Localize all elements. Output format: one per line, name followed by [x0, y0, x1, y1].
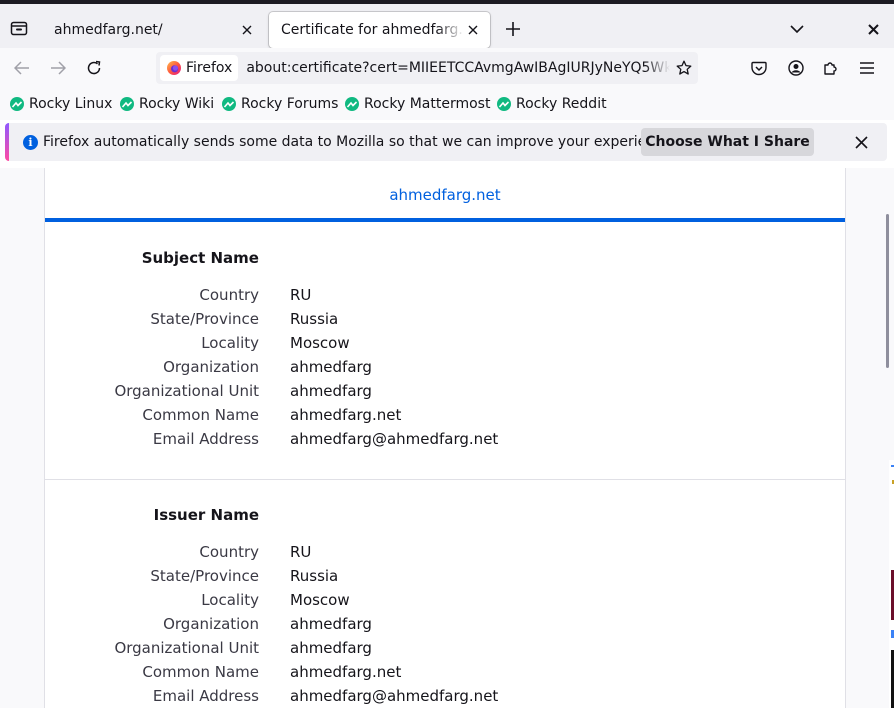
issuer-row: State/Province Russia: [45, 567, 845, 591]
field-value: RU: [290, 286, 312, 304]
rocky-logo-icon: [10, 97, 24, 111]
navigation-toolbar: Firefox about:certificate?cert=MIIEETCCA…: [0, 48, 894, 88]
identity-label: Firefox: [186, 60, 233, 76]
window-close-icon[interactable]: [862, 18, 884, 40]
field-value: ahmedfarg: [290, 639, 372, 657]
field-value: ahmedfarg: [290, 615, 372, 633]
data-collection-notification: i Firefox automatically sends some data …: [5, 123, 887, 161]
bookmarks-toolbar: Rocky Linux Rocky Wiki Rocky Forums Rock…: [0, 88, 894, 120]
field-value: ahmedfarg@ahmedfarg.net: [290, 687, 499, 705]
field-value: ahmedfarg: [290, 382, 372, 400]
issuer-row: Country RU: [45, 543, 845, 567]
field-value: Moscow: [290, 591, 350, 609]
bookmark-label: Rocky Linux: [29, 96, 113, 112]
info-icon: i: [23, 135, 38, 150]
field-label: State/Province: [150, 567, 259, 585]
reload-icon[interactable]: [82, 56, 106, 80]
pocket-icon[interactable]: [747, 56, 771, 80]
field-label: Organizational Unit: [114, 382, 259, 400]
field-value: Moscow: [290, 334, 350, 352]
arrow-left-icon[interactable]: [10, 56, 34, 80]
page-scrollbar-thumb[interactable]: [886, 214, 889, 368]
issuer-row: Organization ahmedfarg: [45, 615, 845, 639]
field-label: Country: [199, 543, 259, 561]
field-label: Locality: [201, 334, 259, 352]
close-tab-icon[interactable]: [238, 21, 256, 39]
hamburger-menu-icon[interactable]: [855, 56, 879, 80]
bookmark-rocky-mattermost[interactable]: Rocky Mattermost: [345, 95, 490, 113]
issuer-name-heading: Issuer Name: [153, 506, 259, 524]
field-value: Russia: [290, 567, 339, 585]
tab-title: ahmedfarg.net/: [54, 22, 163, 38]
rocky-logo-icon: [120, 97, 134, 111]
identity-box[interactable]: Firefox: [160, 55, 239, 81]
arrow-right-icon[interactable]: [46, 56, 70, 80]
tab-certificate[interactable]: Certificate for ahmedfarg.net: [269, 12, 490, 48]
field-value: Russia: [290, 310, 339, 328]
firefox-view-icon[interactable]: [6, 16, 32, 40]
bookmark-label: Rocky Forums: [241, 96, 339, 112]
subject-name-heading: Subject Name: [141, 249, 259, 267]
close-icon[interactable]: [852, 133, 870, 151]
certificate-tab-label[interactable]: ahmedfarg.net: [45, 168, 845, 222]
url-bar[interactable]: Firefox about:certificate?cert=MIIEETCCA…: [156, 52, 698, 84]
account-icon[interactable]: [784, 56, 808, 80]
notification-message: Firefox automatically sends some data to…: [43, 134, 676, 150]
field-label: Country: [199, 286, 259, 304]
tab-strip: ahmedfarg.net/ Certificate for ahmedfarg…: [0, 4, 894, 48]
field-value: ahmedfarg@ahmedfarg.net: [290, 430, 499, 448]
chevron-down-icon[interactable]: [786, 18, 808, 40]
bookmark-label: Rocky Wiki: [139, 96, 215, 112]
subject-row: Organizational Unit ahmedfarg: [45, 382, 845, 406]
rocky-logo-icon: [222, 97, 236, 111]
close-tab-icon[interactable]: [464, 21, 482, 39]
new-tab-plus-icon[interactable]: [502, 18, 524, 40]
bookmark-rocky-reddit[interactable]: Rocky Reddit: [497, 95, 607, 113]
subject-row: Common Name ahmedfarg.net: [45, 406, 845, 430]
background-window-edge: [889, 460, 894, 708]
bookmark-rocky-forums[interactable]: Rocky Forums: [222, 95, 338, 113]
tab-ahmedfarg[interactable]: ahmedfarg.net/: [42, 12, 264, 48]
field-label: Email Address: [152, 430, 259, 448]
bookmark-rocky-linux[interactable]: Rocky Linux: [10, 95, 112, 113]
field-label: Locality: [201, 591, 259, 609]
page-content: ahmedfarg.net Subject Name Country RU St…: [0, 168, 894, 708]
selected-tab-indicator: [45, 218, 845, 222]
field-label: Common Name: [142, 663, 259, 681]
subject-row: State/Province Russia: [45, 310, 845, 334]
notification-accent-stripe: [5, 123, 9, 161]
field-label: Organizational Unit: [114, 639, 259, 657]
subject-row: Email Address ahmedfarg@ahmedfarg.net: [45, 430, 845, 454]
puzzle-icon[interactable]: [819, 56, 843, 80]
field-value: ahmedfarg.net: [290, 663, 402, 681]
field-label: Email Address: [152, 687, 259, 705]
field-label: State/Province: [150, 310, 259, 328]
certificate-card: ahmedfarg.net Subject Name Country RU St…: [44, 168, 846, 708]
issuer-row: Organizational Unit ahmedfarg: [45, 639, 845, 663]
field-value: RU: [290, 543, 312, 561]
star-icon[interactable]: [670, 55, 698, 81]
tab-title: Certificate for ahmedfarg.net: [281, 22, 464, 38]
field-label: Common Name: [142, 406, 259, 424]
url-input[interactable]: about:certificate?cert=MIIEETCCAvmgAwIBA…: [246, 60, 670, 76]
rocky-logo-icon: [345, 97, 359, 111]
bookmark-label: Rocky Reddit: [516, 96, 607, 112]
bookmark-label: Rocky Mattermost: [364, 96, 491, 112]
section-divider: [45, 479, 845, 480]
bookmark-rocky-wiki[interactable]: Rocky Wiki: [120, 95, 214, 113]
rocky-logo-icon: [497, 97, 511, 111]
field-label: Organization: [163, 358, 259, 376]
subject-row: Organization ahmedfarg: [45, 358, 845, 382]
subject-row: Locality Moscow: [45, 334, 845, 358]
issuer-row: Locality Moscow: [45, 591, 845, 615]
issuer-row: Common Name ahmedfarg.net: [45, 663, 845, 687]
issuer-row: Email Address ahmedfarg@ahmedfarg.net: [45, 687, 845, 708]
field-label: Organization: [163, 615, 259, 633]
field-value: ahmedfarg: [290, 358, 372, 376]
subject-row: Country RU: [45, 286, 845, 310]
choose-what-i-share-button[interactable]: Choose What I Share: [641, 128, 814, 156]
firefox-logo-icon: [167, 61, 181, 75]
field-value: ahmedfarg.net: [290, 406, 402, 424]
